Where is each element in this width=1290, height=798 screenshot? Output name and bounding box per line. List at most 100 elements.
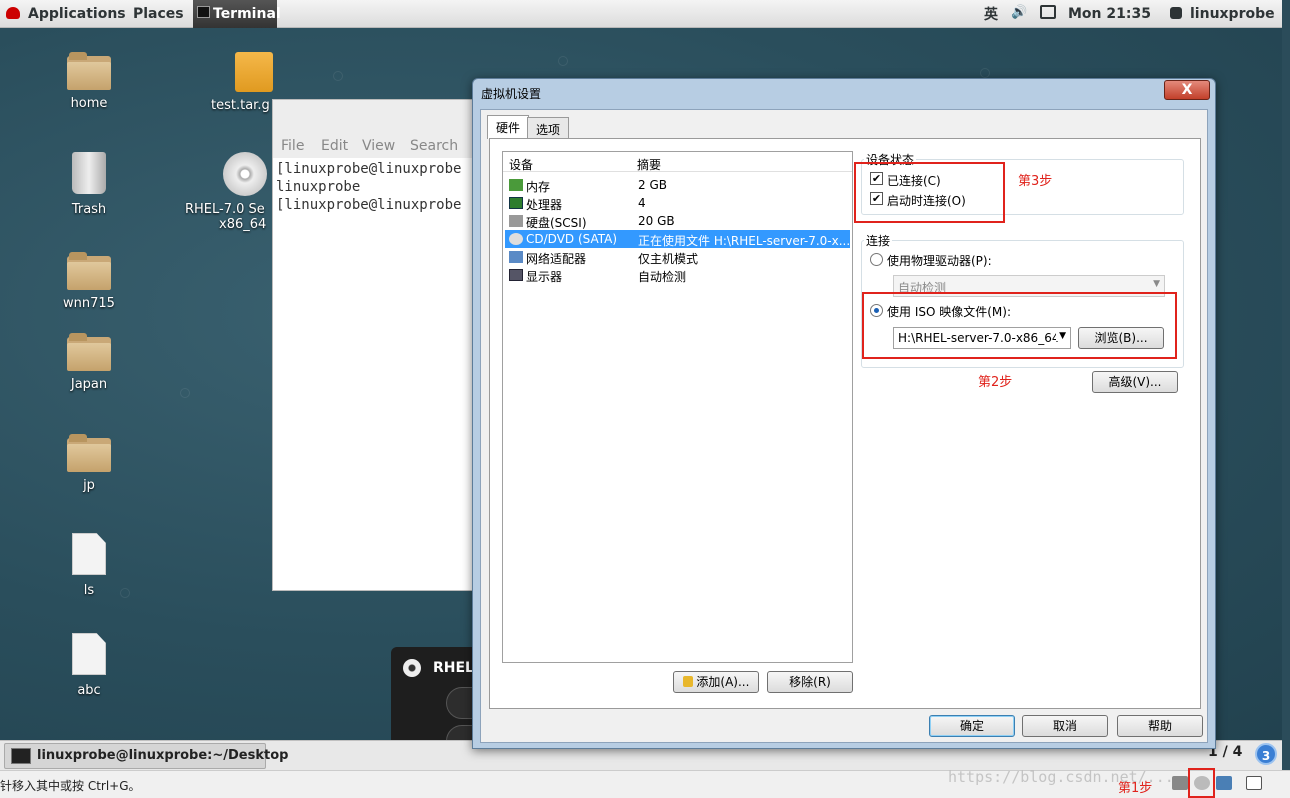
memory-icon	[509, 179, 523, 191]
terminal-app-button[interactable]: Terminal	[193, 0, 281, 28]
physical-drive-radio[interactable]	[870, 253, 883, 266]
help-button[interactable]: 帮助	[1117, 715, 1203, 737]
device-row-memory[interactable]: 内存 2 GB	[505, 176, 850, 194]
folder-icon	[67, 333, 111, 371]
terminal-menubar: File Edit View Search	[273, 100, 481, 158]
user-icon	[1170, 7, 1182, 19]
tab-hardware[interactable]: 硬件	[487, 115, 530, 139]
desktop-icon-label: Japan	[70, 377, 108, 392]
cd-icon	[403, 659, 421, 677]
close-button[interactable]: X	[1164, 80, 1210, 100]
physical-drive-label[interactable]: 使用物理驱动器(P):	[887, 252, 992, 269]
desktop-icon-label: test.tar.g	[211, 98, 270, 113]
menu-search[interactable]: Search	[410, 138, 458, 154]
applications-menu[interactable]: Applications	[28, 6, 126, 22]
terminal-output[interactable]: [linuxprobe@linuxprobe linuxprobe [linux…	[273, 158, 481, 214]
vm-settings-dialog: 虚拟机设置 X 硬件 选项 设备 摘要 内存 2 GB 处理器 4 硬盘(SCS…	[472, 78, 1216, 749]
device-name: 硬盘(SCSI)	[526, 216, 587, 230]
chevron-down-icon: ▼	[1153, 279, 1160, 289]
tab-options[interactable]: 选项	[527, 117, 570, 138]
taskbar-window-button[interactable]: linuxprobe@linuxprobe:~/Desktop	[4, 743, 288, 769]
menu-view[interactable]: View	[362, 138, 395, 154]
column-device[interactable]: 设备	[509, 156, 533, 173]
network-adapter-icon	[509, 251, 523, 263]
folder-icon	[67, 434, 111, 472]
advanced-button[interactable]: 高级(V)...	[1092, 371, 1178, 393]
redhat-logo-icon	[6, 7, 20, 19]
ok-button[interactable]: 确定	[929, 715, 1015, 737]
dialog-title: 虚拟机设置	[481, 87, 542, 101]
desktop-icon-rhel-iso[interactable]: RHEL-7.0 Se x86_64	[185, 152, 275, 232]
display-icon	[509, 269, 523, 281]
desktop-icon-label: home	[70, 96, 108, 111]
step3-annotation: 第3步	[1018, 174, 1053, 189]
desktop-icon-japan[interactable]: Japan	[44, 333, 134, 392]
dialog-body: 硬件 选项 设备 摘要 内存 2 GB 处理器 4 硬盘(SCSI) 20 GB…	[480, 109, 1208, 743]
device-summary: 仅主机模式	[638, 252, 699, 266]
remove-device-button[interactable]: 移除(R)	[767, 671, 853, 693]
device-row-cdrom[interactable]: CD/DVD (SATA) 正在使用文件 H:\RHEL-server-7.0-…	[505, 230, 850, 248]
device-row-harddisk[interactable]: 硬盘(SCSI) 20 GB	[505, 212, 850, 230]
desktop-icon-home[interactable]: home	[44, 52, 134, 111]
desktop-icon-label: wnn715	[63, 296, 115, 311]
watermark-text: https://blog.csdn.net/...	[948, 768, 1174, 786]
document-icon	[72, 533, 106, 575]
device-name: 处理器	[526, 198, 563, 212]
menu-file[interactable]: File	[281, 138, 304, 154]
column-summary[interactable]: 摘要	[637, 156, 661, 173]
dialog-titlebar[interactable]: 虚拟机设置 X	[473, 79, 1215, 105]
hardware-panel: 设备 摘要 内存 2 GB 处理器 4 硬盘(SCSI) 20 GB CD/DV…	[489, 138, 1201, 709]
device-row-display[interactable]: 显示器 自动检测	[505, 266, 850, 284]
network-icon[interactable]	[1040, 5, 1056, 19]
desktop-icon-label: x86_64	[219, 217, 267, 232]
step3-highlight-box	[854, 162, 1005, 223]
desktop-icon-jp[interactable]: jp	[44, 434, 134, 493]
desktop-icon-abc[interactable]: abc	[44, 633, 134, 698]
trash-icon	[72, 152, 106, 194]
device-row-cpu[interactable]: 处理器 4	[505, 194, 850, 212]
terminal-icon	[197, 6, 210, 18]
device-name: 内存	[526, 180, 551, 194]
device-list-header: 设备 摘要	[503, 152, 852, 172]
gnome-top-bar: Applications Places Terminal 英 🔊 Mon 21:…	[0, 0, 1282, 28]
clock[interactable]: Mon 21:35	[1068, 6, 1151, 22]
device-row-network[interactable]: 网络适配器 仅主机模式	[505, 248, 850, 266]
device-name: 网络适配器	[526, 252, 587, 266]
desktop-icon-test-tar[interactable]: test.tar.g	[200, 52, 280, 113]
step2-highlight-box	[862, 292, 1177, 359]
document-icon	[72, 633, 106, 675]
desktop-icon-ls[interactable]: ls	[44, 533, 134, 598]
harddisk-status-icon[interactable]	[1172, 776, 1188, 790]
places-menu[interactable]: Places	[133, 6, 184, 22]
device-summary: 正在使用文件 H:\RHEL-server-7.0-x...	[638, 234, 851, 248]
cpu-icon	[509, 197, 523, 209]
desktop-icon-trash[interactable]: Trash	[44, 152, 134, 217]
dvd-disc-icon	[223, 152, 267, 196]
step1-highlight-box	[1188, 768, 1215, 798]
menu-edit[interactable]: Edit	[321, 138, 348, 154]
desktop-icon-label: RHEL-7.0 Se	[185, 202, 265, 217]
add-device-button[interactable]: 添加(A)...	[673, 671, 759, 693]
workspace-badge[interactable]: 3	[1255, 743, 1277, 765]
terminal-window[interactable]: File Edit View Search [linuxprobe@linuxp…	[272, 99, 482, 591]
folder-icon	[67, 252, 111, 290]
status-hint: 针移入其中或按 Ctrl+G。	[0, 779, 141, 793]
shield-icon	[682, 676, 693, 687]
device-summary: 20 GB	[638, 214, 675, 228]
desktop-icon-label: Trash	[71, 202, 107, 217]
message-status-icon[interactable]	[1246, 776, 1262, 790]
input-method-indicator[interactable]: 英	[984, 4, 998, 24]
harddisk-icon	[509, 215, 523, 227]
device-name: CD/DVD (SATA)	[526, 232, 618, 246]
step2-annotation: 第2步	[978, 375, 1013, 390]
user-menu[interactable]: linuxprobe	[1190, 6, 1275, 22]
device-summary: 4	[638, 196, 646, 210]
terminal-app-label: Terminal	[213, 6, 281, 22]
desktop-icon-wnn715[interactable]: wnn715	[44, 252, 134, 311]
device-list: 设备 摘要 内存 2 GB 处理器 4 硬盘(SCSI) 20 GB CD/DV…	[502, 151, 853, 663]
network-status-icon[interactable]	[1216, 776, 1232, 790]
volume-icon[interactable]: 🔊	[1011, 5, 1027, 20]
home-folder-icon	[67, 52, 111, 90]
taskbar-window-label: linuxprobe@linuxprobe:~/Desktop	[37, 748, 289, 763]
cancel-button[interactable]: 取消	[1022, 715, 1108, 737]
